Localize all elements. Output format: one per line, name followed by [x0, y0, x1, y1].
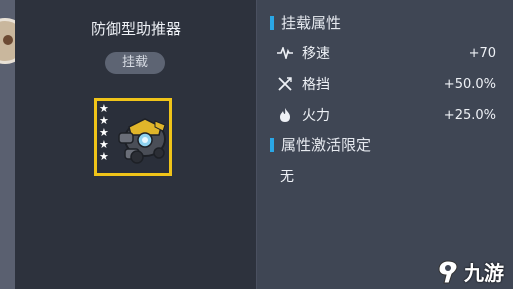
- section-marker: [270, 15, 274, 30]
- watermark-logo-icon: [438, 259, 458, 283]
- status-badge: 挂载: [105, 52, 165, 74]
- item-name: 防御型助推器: [90, 20, 181, 38]
- attribute-row-block: 格挡 +50.0%: [276, 72, 496, 96]
- thruster-icon: [118, 118, 166, 164]
- attribute-row-firepower: 火力 +25.0%: [276, 103, 496, 127]
- fire-icon: [276, 106, 294, 124]
- watermark: 九游: [436, 257, 504, 286]
- section-marker: [270, 137, 274, 152]
- activation-limit-heading: 属性激活限定: [270, 134, 371, 155]
- item-icon-frame[interactable]: ★ ★ ★ ★ ★: [94, 98, 172, 176]
- item-detail-panel: 防御型助推器 挂载 ★ ★ ★ ★ ★: [15, 0, 257, 289]
- watermark-text: 九游: [464, 261, 504, 285]
- attributes-panel: 挂载属性 移速 +70 格挡 +50.0% 火力 +25.0% 属性激活限定 无: [258, 0, 513, 289]
- activation-limit-value: 无: [280, 169, 294, 185]
- star-rating: ★ ★ ★ ★ ★: [99, 103, 109, 163]
- mount-attributes-heading: 挂载属性: [270, 12, 341, 33]
- speed-icon: [276, 44, 294, 62]
- block-icon: [276, 75, 294, 93]
- attribute-row-speed: 移速 +70: [276, 41, 496, 65]
- star-icon: ★: [99, 150, 109, 163]
